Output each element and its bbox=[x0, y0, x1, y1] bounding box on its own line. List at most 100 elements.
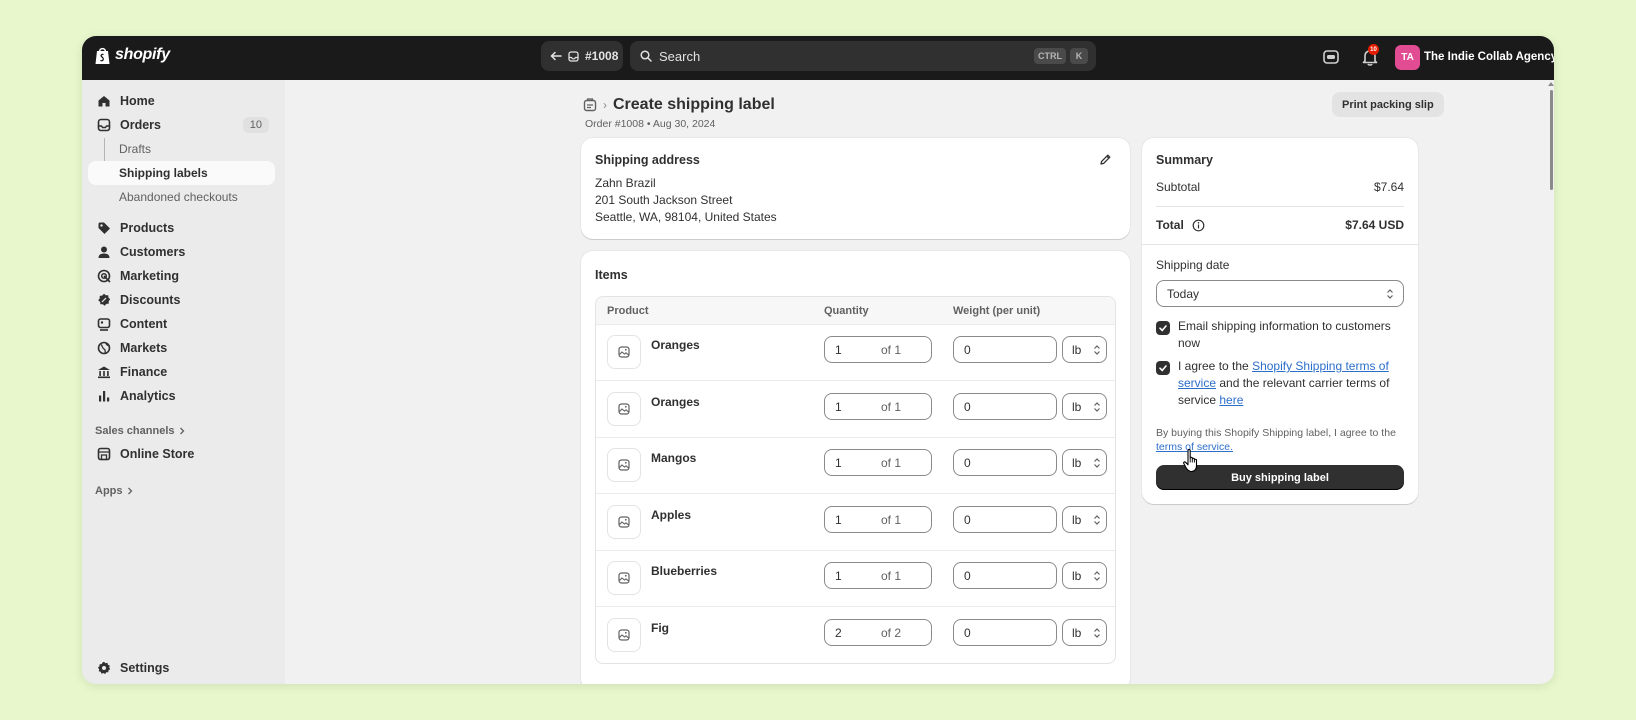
weight-input[interactable]: 0 bbox=[953, 336, 1057, 363]
weight-unit-select[interactable]: lb bbox=[1062, 449, 1107, 477]
search-input[interactable]: Search CTRL K bbox=[630, 41, 1096, 71]
email-info-checkbox[interactable] bbox=[1156, 321, 1170, 335]
sidebar-item-drafts[interactable]: Drafts bbox=[88, 137, 275, 161]
image-placeholder-icon bbox=[618, 572, 630, 584]
page-subtitle: Order #1008 • Aug 30, 2024 bbox=[585, 118, 716, 130]
avatar[interactable]: TA bbox=[1395, 45, 1420, 70]
weight-value: 0 bbox=[964, 569, 971, 584]
product-thumbnail bbox=[607, 618, 641, 652]
product-name: Blueberries bbox=[651, 564, 718, 579]
table-row: Blueberries 1 of 1 0 lb bbox=[596, 551, 1115, 608]
sidebar-item-orders[interactable]: Orders 10 bbox=[88, 113, 275, 137]
store-name[interactable]: The Indie Collab Agency bbox=[1424, 51, 1554, 63]
shipping-address-title: Shipping address bbox=[595, 153, 700, 167]
agree-prefix: I agree to the bbox=[1178, 359, 1253, 373]
order-ref: #1008 bbox=[585, 49, 619, 63]
shopify-logo[interactable]: shopify bbox=[94, 45, 170, 65]
email-info-label[interactable]: Email shipping information to customers … bbox=[1178, 318, 1400, 352]
globe-icon bbox=[97, 341, 111, 355]
quantity-input[interactable]: 1 of 1 bbox=[824, 392, 932, 420]
weight-unit-select[interactable]: lb bbox=[1062, 619, 1107, 646]
sales-channels-header[interactable]: Sales channels bbox=[95, 425, 185, 437]
sidebar-item-settings[interactable]: Settings bbox=[88, 656, 275, 680]
sidebar-label-abandoned-checkouts: Abandoned checkouts bbox=[119, 190, 238, 204]
sidekick-icon[interactable] bbox=[1321, 47, 1341, 67]
search-placeholder: Search bbox=[659, 48, 701, 64]
sidebar-item-discounts[interactable]: Discounts bbox=[88, 288, 275, 312]
image-placeholder-icon bbox=[618, 459, 630, 471]
select-arrows-icon bbox=[1387, 289, 1393, 299]
weight-unit-select[interactable]: lb bbox=[1062, 336, 1107, 363]
weight-input[interactable]: 0 bbox=[953, 505, 1057, 533]
quantity-input[interactable]: 1 of 1 bbox=[824, 336, 932, 363]
agree-terms-checkbox[interactable] bbox=[1156, 361, 1170, 375]
person-icon bbox=[98, 246, 110, 258]
sidebar-item-home[interactable]: Home bbox=[88, 89, 275, 113]
inbox-icon bbox=[97, 118, 111, 132]
sidebar-label-analytics: Analytics bbox=[120, 389, 176, 403]
weight-unit-value: lb bbox=[1072, 626, 1082, 640]
apps-header[interactable]: Apps bbox=[95, 485, 133, 497]
weight-unit-value: lb bbox=[1072, 399, 1082, 414]
weight-input[interactable]: 0 bbox=[953, 449, 1057, 477]
table-row: Apples 1 of 1 0 lb bbox=[596, 495, 1115, 551]
header-quantity: Quantity bbox=[824, 305, 869, 317]
sidebar-item-marketing[interactable]: Marketing bbox=[88, 264, 275, 288]
agree-terms-label: I agree to the Shopify Shipping terms of… bbox=[1178, 358, 1400, 409]
weight-input[interactable]: 0 bbox=[953, 619, 1057, 646]
shipping-date-select[interactable]: Today bbox=[1156, 280, 1404, 307]
sidebar-item-finance[interactable]: Finance bbox=[88, 360, 275, 384]
image-placeholder-icon bbox=[618, 516, 630, 528]
product-name: Fig bbox=[651, 621, 669, 635]
header-weight: Weight (per unit) bbox=[953, 305, 1041, 317]
search-shortcut: CTRL K bbox=[1034, 48, 1088, 64]
quantity-of-total: of 1 bbox=[881, 456, 902, 471]
order-history-pill[interactable]: #1008 bbox=[541, 41, 623, 71]
weight-value: 0 bbox=[964, 456, 971, 471]
subtotal-row: Subtotal $7.64 bbox=[1156, 180, 1404, 194]
check-icon bbox=[1159, 365, 1167, 372]
notification-badge: 10 bbox=[1368, 44, 1379, 55]
info-icon[interactable] bbox=[1192, 219, 1205, 232]
weight-unit-select[interactable]: lb bbox=[1062, 562, 1107, 590]
sidebar-item-content[interactable]: Content bbox=[88, 312, 275, 336]
quantity-input[interactable]: 2 of 2 bbox=[824, 619, 932, 646]
sidebar-item-markets[interactable]: Markets bbox=[88, 336, 275, 360]
carrier-terms-here-link[interactable]: here bbox=[1219, 393, 1243, 407]
total-value: $7.64 USD bbox=[1345, 218, 1404, 232]
items-table: Product Quantity Weight (per unit) Orang… bbox=[595, 296, 1116, 664]
select-arrows-icon bbox=[1094, 458, 1100, 469]
weight-unit-select[interactable]: lb bbox=[1062, 392, 1107, 420]
sidebar-item-abandoned-checkouts[interactable]: Abandoned checkouts bbox=[88, 185, 275, 209]
kbd-k: K bbox=[1070, 48, 1088, 64]
subtotal-value: $7.64 bbox=[1373, 180, 1404, 194]
pencil-icon[interactable] bbox=[1099, 153, 1112, 166]
store-icon bbox=[97, 447, 111, 461]
kbd-ctrl: CTRL bbox=[1034, 48, 1066, 64]
inbox-icon bbox=[568, 50, 579, 62]
tag-icon bbox=[98, 222, 110, 234]
weight-unit-select[interactable]: lb bbox=[1062, 505, 1107, 533]
weight-unit-value: lb bbox=[1072, 512, 1082, 527]
quantity-input[interactable]: 1 of 1 bbox=[824, 505, 932, 533]
quantity-input[interactable]: 1 of 1 bbox=[824, 562, 932, 590]
sidebar-item-customers[interactable]: Customers bbox=[88, 240, 275, 264]
sidebar-item-analytics[interactable]: Analytics bbox=[88, 384, 275, 408]
sidebar-label-customers: Customers bbox=[120, 245, 186, 259]
scroll-up-arrow[interactable] bbox=[1548, 82, 1554, 86]
product-thumbnail bbox=[607, 448, 641, 483]
quantity-value: 1 bbox=[835, 456, 842, 471]
scrollbar-thumb[interactable] bbox=[1550, 90, 1553, 190]
sidebar-item-shipping-labels[interactable]: Shipping labels bbox=[88, 161, 275, 185]
shipping-address-card: Shipping address Zahn Brazil 201 South J… bbox=[581, 138, 1130, 239]
sidebar-item-online-store[interactable]: Online Store bbox=[88, 442, 275, 466]
scrollbar[interactable] bbox=[1548, 80, 1554, 684]
quantity-input[interactable]: 1 of 1 bbox=[824, 449, 932, 477]
print-packing-slip-button[interactable]: Print packing slip bbox=[1332, 92, 1444, 117]
sidebar-item-products[interactable]: Products bbox=[88, 216, 275, 240]
shipping-label-icon[interactable] bbox=[583, 98, 597, 112]
weight-input[interactable]: 0 bbox=[953, 392, 1057, 420]
weight-input[interactable]: 0 bbox=[953, 562, 1057, 590]
table-header: Product Quantity Weight (per unit) bbox=[596, 297, 1115, 325]
select-arrows-icon bbox=[1094, 571, 1100, 582]
